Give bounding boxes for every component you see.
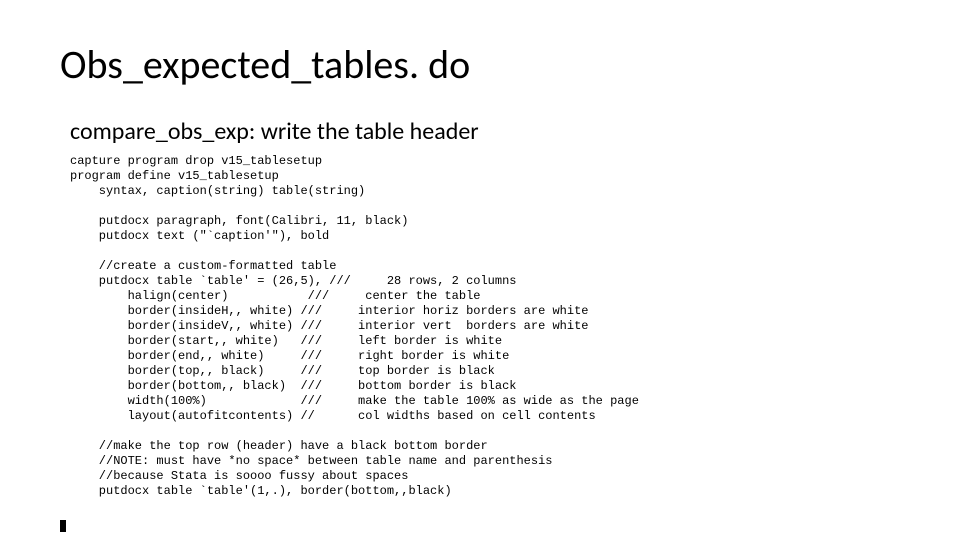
decorative-mark [60,520,66,532]
code-block: capture program drop v15_tablesetup prog… [70,154,900,499]
slide-title: Obs_expected_tables. do [60,40,900,89]
slide-subtitle: compare_obs_exp: write the table header [70,117,900,146]
slide: Obs_expected_tables. do compare_obs_exp:… [0,0,960,540]
